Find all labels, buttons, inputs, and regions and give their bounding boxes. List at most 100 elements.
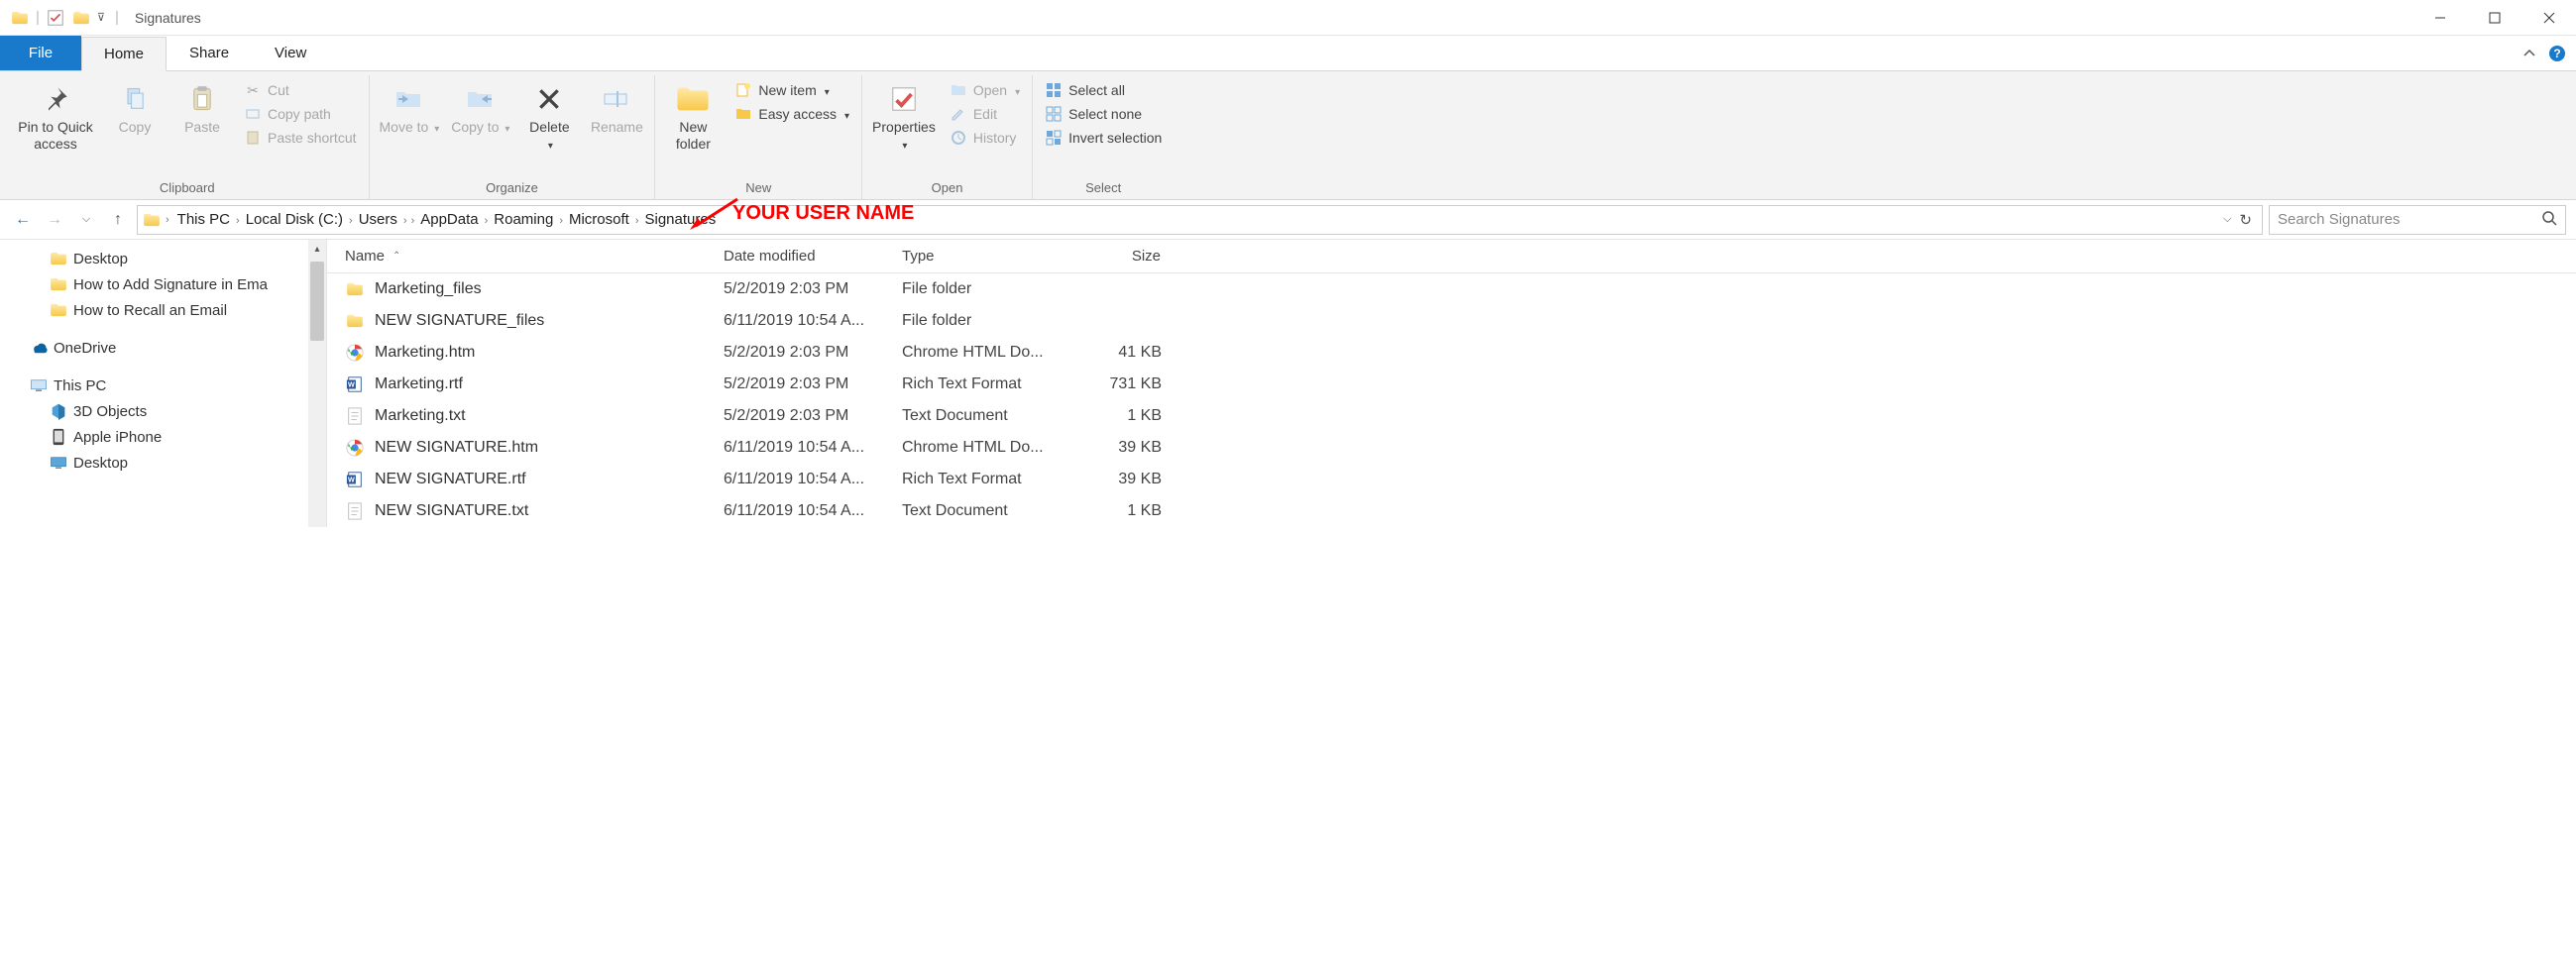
paste-icon	[184, 81, 220, 117]
chevron-right-icon[interactable]: ›	[234, 215, 242, 227]
copy-button[interactable]: Copy	[103, 79, 167, 138]
properties-button[interactable]: Properties	[868, 79, 940, 155]
svg-text:W: W	[348, 476, 355, 484]
chrome-icon	[345, 343, 365, 363]
file-row[interactable]: WNEW SIGNATURE.rtf6/11/2019 10:54 A...Ri…	[327, 464, 2576, 495]
breadcrumb-local-disk-c-[interactable]: Local Disk (C:)	[242, 211, 347, 228]
tree-item-onedrive[interactable]: OneDrive	[0, 335, 326, 361]
file-type: File folder	[892, 312, 1070, 330]
paste-button[interactable]: Paste	[170, 79, 234, 138]
cut-button[interactable]: ✂Cut	[238, 79, 363, 101]
delete-button[interactable]: Delete	[517, 79, 581, 155]
file-size: 731 KB	[1070, 375, 1179, 393]
file-row[interactable]: Marketing.htm5/2/2019 2:03 PMChrome HTML…	[327, 337, 2576, 369]
folder-icon	[50, 301, 67, 319]
tree-item-apple-iphone[interactable]: Apple iPhone	[0, 424, 326, 450]
pin-icon	[38, 81, 73, 117]
invert-selection-icon	[1045, 129, 1063, 147]
new-item-button[interactable]: New item	[728, 79, 855, 101]
close-button[interactable]	[2521, 0, 2576, 35]
address-dropdown-icon[interactable]: ⌵	[2223, 213, 2231, 226]
file-name: NEW SIGNATURE.txt	[375, 502, 528, 520]
svg-text:W: W	[348, 380, 355, 389]
move-to-button[interactable]: Move to	[376, 79, 444, 138]
chevron-right-icon[interactable]: ›	[401, 215, 409, 227]
navigation-tree[interactable]: DesktopHow to Add Signature in EmaHow to…	[0, 240, 327, 527]
word-icon: W	[345, 470, 365, 489]
file-date: 5/2/2019 2:03 PM	[714, 407, 892, 425]
ribbon: Pin to Quick access Copy Paste ✂Cut Copy…	[0, 71, 2576, 200]
file-type: Chrome HTML Do...	[892, 439, 1070, 457]
collapse-ribbon-icon[interactable]	[2522, 36, 2536, 70]
folder-qat-icon[interactable]	[71, 8, 91, 28]
select-all-button[interactable]: Select all	[1039, 79, 1168, 101]
pin-to-quick-access-button[interactable]: Pin to Quick access	[12, 79, 99, 155]
ribbon-group-open: Properties Open Edit History Open	[862, 75, 1033, 199]
back-button[interactable]: ←	[10, 207, 36, 233]
file-type: Text Document	[892, 502, 1070, 520]
tree-item-how-to-add-signature-in-ema[interactable]: How to Add Signature in Ema	[0, 271, 326, 297]
tab-home[interactable]: Home	[81, 37, 167, 71]
tree-item-this-pc[interactable]: This PC	[0, 373, 326, 398]
forward-button[interactable]: →	[42, 207, 67, 233]
column-name[interactable]: Name⌃	[327, 240, 714, 272]
refresh-button[interactable]: ↻	[2239, 211, 2252, 229]
file-size: 41 KB	[1070, 344, 1179, 362]
search-box[interactable]: Search Signatures	[2269, 205, 2566, 235]
file-row[interactable]: Marketing_files5/2/2019 2:03 PMFile fold…	[327, 273, 2576, 305]
minimize-button[interactable]	[2412, 0, 2467, 35]
file-row[interactable]: NEW SIGNATURE.txt6/11/2019 10:54 A...Tex…	[327, 495, 2576, 527]
qat-dropdown-icon[interactable]: ⊽	[97, 11, 105, 24]
breadcrumb-signatures[interactable]: Signatures	[641, 211, 721, 228]
file-row[interactable]: WMarketing.rtf5/2/2019 2:03 PMRich Text …	[327, 369, 2576, 400]
file-row[interactable]: NEW SIGNATURE_files6/11/2019 10:54 A...F…	[327, 305, 2576, 337]
breadcrumb-this-pc[interactable]: This PC	[173, 211, 234, 228]
edit-button[interactable]: Edit	[944, 103, 1026, 125]
file-row[interactable]: Marketing.txt5/2/2019 2:03 PMText Docume…	[327, 400, 2576, 432]
column-date[interactable]: Date modified	[714, 240, 892, 272]
new-folder-button[interactable]: New folder	[661, 79, 725, 155]
select-none-button[interactable]: Select none	[1039, 103, 1168, 125]
copy-to-icon	[463, 81, 499, 117]
tree-item-desktop[interactable]: Desktop	[0, 450, 326, 476]
column-type[interactable]: Type	[892, 240, 1070, 272]
tree-item-how-to-recall-an-email[interactable]: How to Recall an Email	[0, 297, 326, 323]
content-area: DesktopHow to Add Signature in EmaHow to…	[0, 240, 2576, 527]
properties-qat-icon[interactable]	[46, 8, 65, 28]
file-type: File folder	[892, 280, 1070, 298]
chevron-right-icon[interactable]: ›	[633, 215, 641, 227]
file-row[interactable]: NEW SIGNATURE.htm6/11/2019 10:54 A...Chr…	[327, 432, 2576, 464]
file-type: Chrome HTML Do...	[892, 344, 1070, 362]
paste-shortcut-button[interactable]: Paste shortcut	[238, 127, 363, 149]
breadcrumb-roaming[interactable]: Roaming	[490, 211, 557, 228]
rename-button[interactable]: Rename	[585, 79, 648, 138]
copy-path-button[interactable]: Copy path	[238, 103, 363, 125]
invert-selection-button[interactable]: Invert selection	[1039, 127, 1168, 149]
breadcrumb-users[interactable]: Users	[355, 211, 401, 228]
properties-icon	[886, 81, 922, 117]
recent-locations-button[interactable]: ⌵	[73, 207, 99, 233]
address-bar[interactable]: › This PC›Local Disk (C:)›Users››AppData…	[137, 205, 2263, 235]
maximize-button[interactable]	[2467, 0, 2521, 35]
tree-item-3d-objects[interactable]: 3D Objects	[0, 398, 326, 424]
up-button[interactable]: ↑	[105, 207, 131, 233]
history-button[interactable]: History	[944, 127, 1026, 149]
help-icon[interactable]: ?	[2548, 36, 2566, 70]
open-icon	[950, 81, 967, 99]
tree-scrollbar[interactable]: ▴	[308, 240, 326, 527]
chevron-right-icon[interactable]: ›	[557, 215, 565, 227]
tab-share[interactable]: Share	[167, 36, 252, 70]
column-size[interactable]: Size	[1070, 240, 1179, 272]
tab-file[interactable]: File	[0, 36, 81, 70]
chevron-right-icon[interactable]: ›	[347, 215, 355, 227]
breadcrumb-microsoft[interactable]: Microsoft	[565, 211, 633, 228]
copy-to-button[interactable]: Copy to	[447, 79, 513, 138]
select-none-icon	[1045, 105, 1063, 123]
open-button[interactable]: Open	[944, 79, 1026, 101]
breadcrumb-appdata[interactable]: AppData	[416, 211, 482, 228]
easy-access-button[interactable]: Easy access	[728, 103, 855, 125]
tab-view[interactable]: View	[252, 36, 329, 70]
tree-item-desktop[interactable]: Desktop	[0, 246, 326, 271]
list-header: Name⌃ Date modified Type Size	[327, 240, 2576, 273]
navigation-bar: ← → ⌵ ↑ › This PC›Local Disk (C:)›Users›…	[0, 200, 2576, 240]
